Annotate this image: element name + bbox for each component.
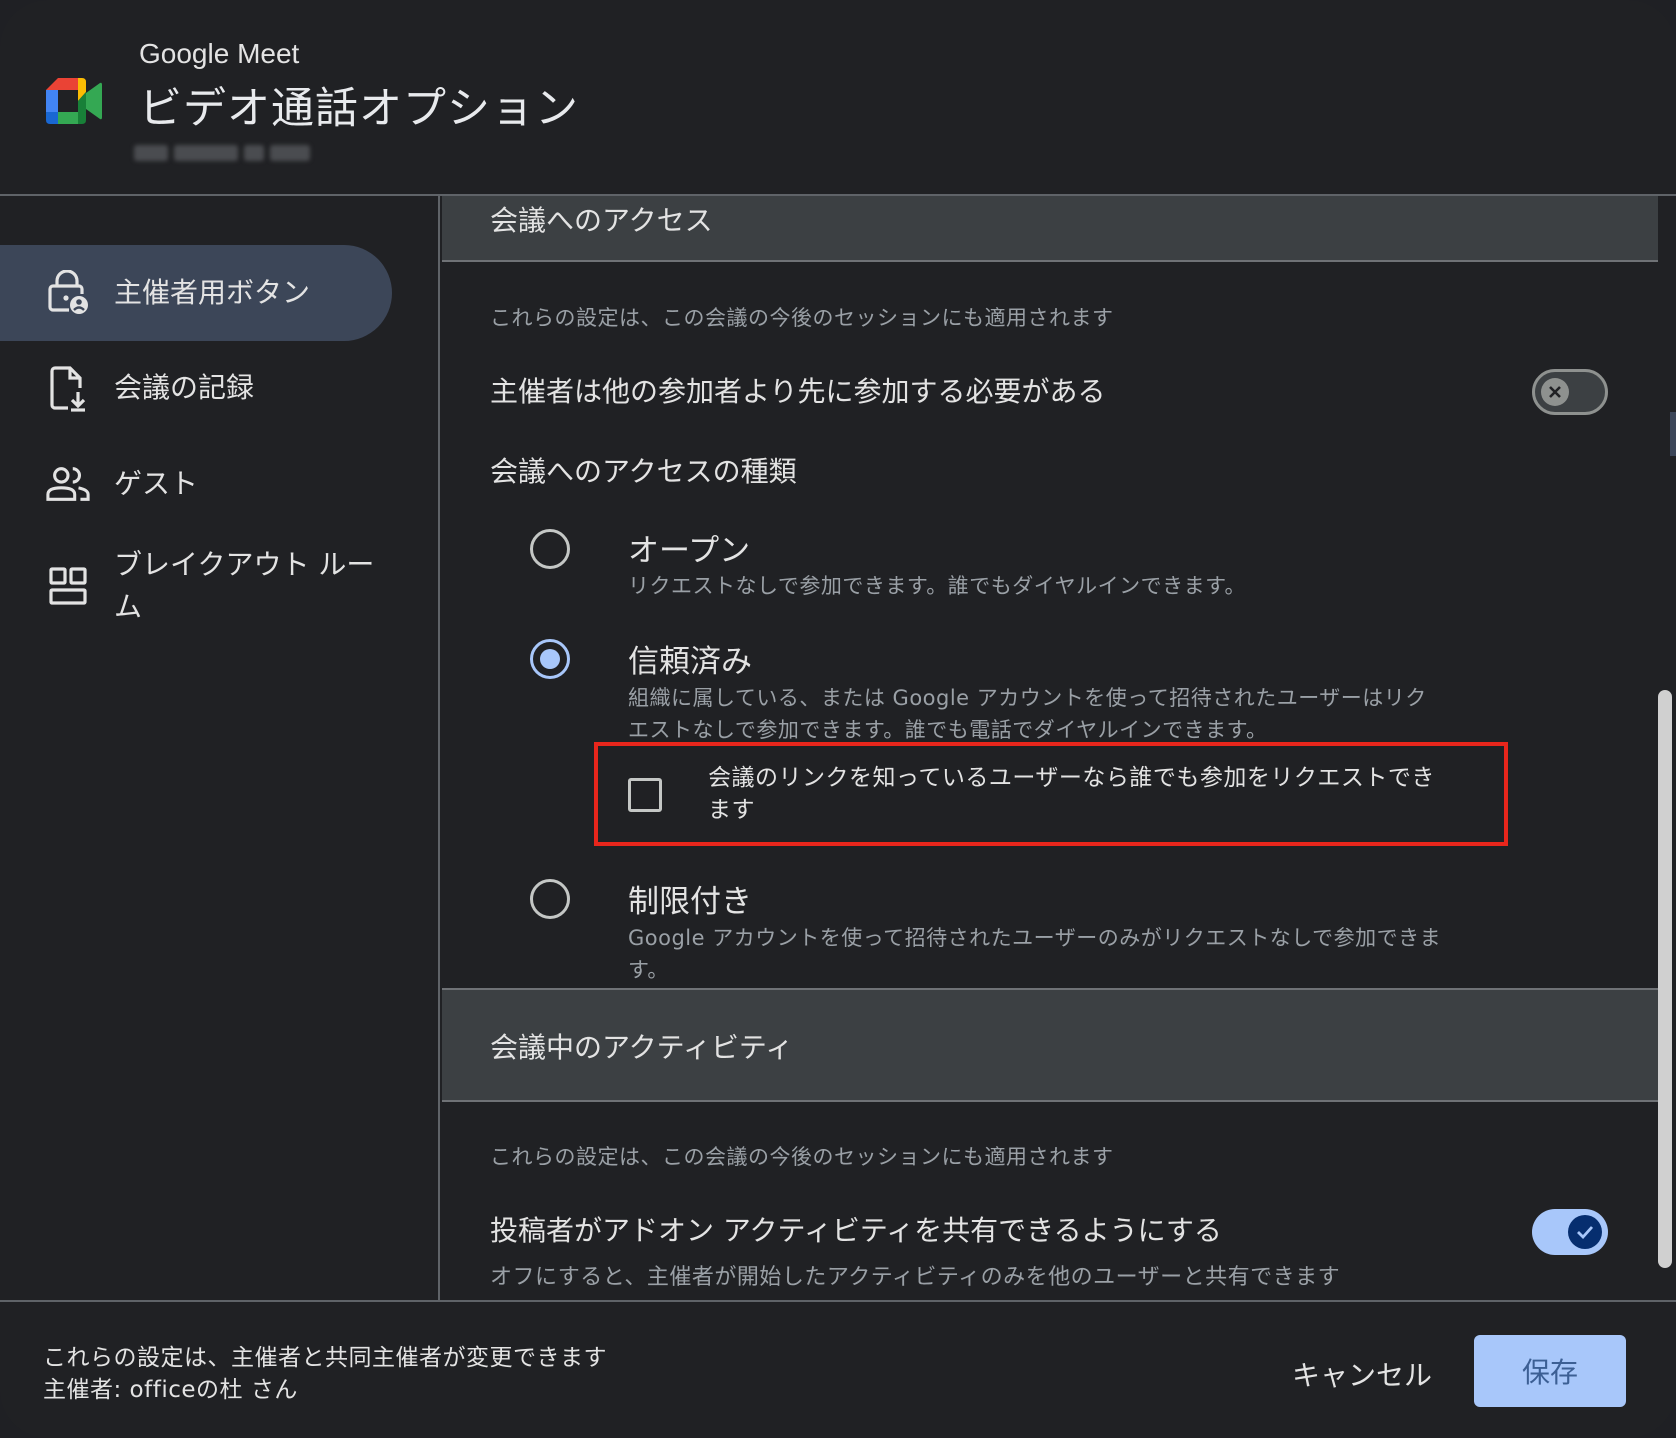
access-trusted-title: 信頼済み bbox=[628, 644, 752, 680]
dialog-title: ビデオ通話オプション bbox=[139, 84, 579, 134]
dialog-footer: これらの設定は、主催者と共同主催者が変更できます 主催者: officeの杜 さ… bbox=[0, 1300, 1676, 1438]
link-request-checkbox[interactable] bbox=[628, 778, 662, 812]
addon-activity-desc: オフにすると、主催者が開始したアクティビティのみを他のユーザーと共有できます bbox=[490, 1265, 1341, 1290]
section-header-activity: 会議中のアクティビティ bbox=[442, 988, 1658, 1102]
access-restricted-radio[interactable] bbox=[530, 879, 570, 919]
section-note: これらの設定は、この会議の今後のセッションにも適用されます bbox=[490, 306, 1114, 330]
sidebar-item-host-controls[interactable]: 主催者用ボタン bbox=[0, 245, 392, 341]
section-title: 会議中のアクティビティ bbox=[490, 1031, 794, 1064]
footer-host-name: 主催者: officeの杜 さん bbox=[43, 1377, 298, 1403]
link-request-label: 会議のリンクを知っているユーザーなら誰でも参加をリクエストできます bbox=[708, 765, 1435, 823]
google-meet-logo-icon bbox=[46, 78, 102, 124]
check-icon bbox=[1568, 1215, 1602, 1249]
sidebar-item-label: ブレイクアウト ルーム bbox=[114, 548, 375, 623]
sidebar-item-label: ゲスト bbox=[114, 467, 199, 500]
sidebar-item-meeting-records[interactable]: 会議の記録 bbox=[0, 346, 392, 430]
settings-content[interactable]: 会議へのアクセス これらの設定は、この会議の今後のセッションにも適用されます 主… bbox=[442, 196, 1658, 1300]
footer-permission-note: これらの設定は、主催者と共同主催者が変更できます bbox=[43, 1345, 607, 1371]
people-icon bbox=[46, 460, 90, 508]
sidebar-item-label: 会議の記録 bbox=[114, 371, 255, 404]
section-note: これらの設定は、この会議の今後のセッションにも適用されます bbox=[490, 1145, 1114, 1169]
section-header-access: 会議へのアクセス bbox=[442, 196, 1658, 262]
scrollbar-thumb[interactable] bbox=[1658, 690, 1672, 1268]
addon-activity-label: 投稿者がアドオン アクティビティを共有できるようにする bbox=[490, 1214, 1222, 1247]
save-button[interactable]: 保存 bbox=[1474, 1335, 1626, 1407]
access-restricted-title: 制限付き bbox=[628, 884, 752, 920]
sidebar-item-guests[interactable]: ゲスト bbox=[0, 442, 392, 526]
file-download-icon bbox=[46, 364, 90, 412]
access-trusted-radio[interactable] bbox=[530, 639, 570, 679]
lock-person-icon bbox=[46, 269, 90, 317]
access-open-desc: リクエストなしで参加できます。誰でもダイヤルインできます。 bbox=[628, 574, 1247, 598]
dialog-header: Google Meet ビデオ通話オプション bbox=[0, 0, 1676, 196]
access-open-title: オープン bbox=[628, 533, 751, 569]
redacted-meeting-id bbox=[134, 143, 310, 165]
section-title: 会議へのアクセス bbox=[490, 204, 713, 237]
sidebar-item-breakout-rooms[interactable]: ブレイクアウト ルーム bbox=[0, 534, 392, 638]
close-icon bbox=[1541, 378, 1569, 406]
cancel-button[interactable]: キャンセル bbox=[1282, 1346, 1442, 1402]
host-join-first-toggle[interactable] bbox=[1532, 369, 1608, 415]
sidebar-item-label: 主催者用ボタン bbox=[114, 276, 311, 309]
grid-icon bbox=[46, 562, 90, 610]
access-type-label: 会議へのアクセスの種類 bbox=[490, 455, 797, 488]
app-name: Google Meet bbox=[139, 38, 300, 69]
access-open-radio[interactable] bbox=[530, 529, 570, 569]
host-join-first-label: 主催者は他の参加者より先に参加する必要がある bbox=[490, 375, 1106, 408]
video-call-options-dialog: Google Meet ビデオ通話オプション 主催者用ボタン 会議の記録 ゲスト… bbox=[0, 0, 1676, 1438]
radio-dot bbox=[540, 649, 560, 669]
access-trusted-desc: 組織に属している、または Google アカウントを使って招待されたユーザーはリ… bbox=[628, 686, 1427, 742]
scroll-position-marker bbox=[1670, 412, 1676, 456]
access-restricted-desc: Google アカウントを使って招待されたユーザーのみがリクエストなしで参加でき… bbox=[628, 926, 1442, 982]
addon-activity-toggle[interactable] bbox=[1532, 1209, 1608, 1255]
settings-sidebar: 主催者用ボタン 会議の記録 ゲスト ブレイクアウト ルーム bbox=[0, 196, 440, 1300]
